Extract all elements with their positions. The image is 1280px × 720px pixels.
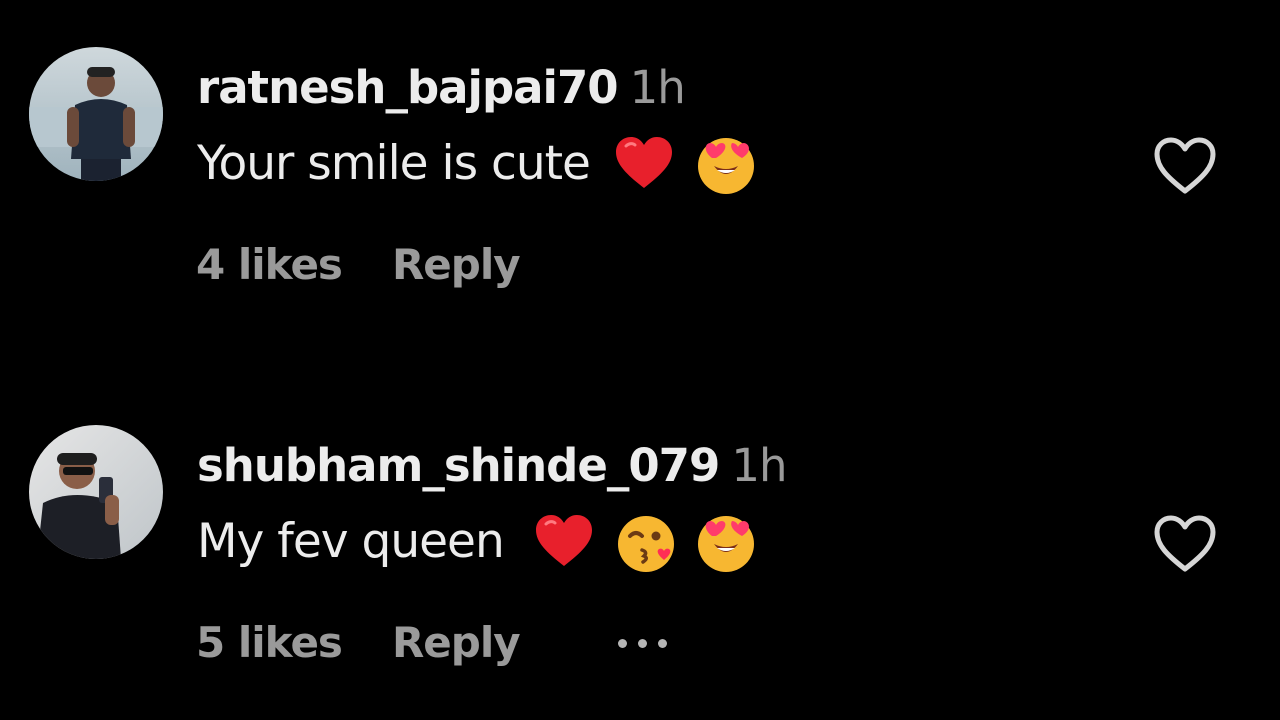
- comment-actions: 4 likes Reply: [196, 237, 521, 293]
- comment-item: ratnesh_bajpai70 1h Your smile is cute 4…: [0, 44, 1280, 304]
- reply-button[interactable]: Reply: [392, 237, 521, 293]
- reply-button[interactable]: Reply: [392, 615, 521, 671]
- comment-header: shubham_shinde_079 1h: [197, 438, 787, 494]
- comment-text: My fev queen: [197, 514, 505, 569]
- comment-actions: 5 likes Reply: [196, 615, 667, 671]
- comment-text: Your smile is cute: [197, 136, 591, 191]
- timestamp: 1h: [731, 439, 787, 492]
- comment-body: My fev queen: [197, 510, 758, 574]
- red-heart-icon: [532, 510, 596, 574]
- comments-list: ratnesh_bajpai70 1h Your smile is cute 4…: [0, 0, 1280, 720]
- red-heart-icon: [612, 132, 676, 196]
- likes-count[interactable]: 5 likes: [196, 615, 343, 671]
- more-options-icon[interactable]: [617, 638, 667, 648]
- username[interactable]: shubham_shinde_079: [197, 439, 720, 492]
- comment-item: shubham_shinde_079 1h My fev queen 5 lik…: [0, 422, 1280, 682]
- heart-outline-icon[interactable]: [1152, 514, 1218, 574]
- heart-eyes-icon: [694, 510, 758, 574]
- heart-outline-icon[interactable]: [1152, 136, 1218, 196]
- comment-header: ratnesh_bajpai70 1h: [197, 60, 686, 116]
- likes-count[interactable]: 4 likes: [196, 237, 343, 293]
- comment-body: Your smile is cute: [197, 132, 758, 196]
- avatar[interactable]: [29, 425, 163, 559]
- timestamp: 1h: [629, 61, 686, 114]
- avatar[interactable]: [29, 47, 163, 181]
- heart-eyes-icon: [694, 132, 758, 196]
- username[interactable]: ratnesh_bajpai70: [197, 61, 619, 114]
- kiss-wink-icon: [614, 510, 678, 574]
